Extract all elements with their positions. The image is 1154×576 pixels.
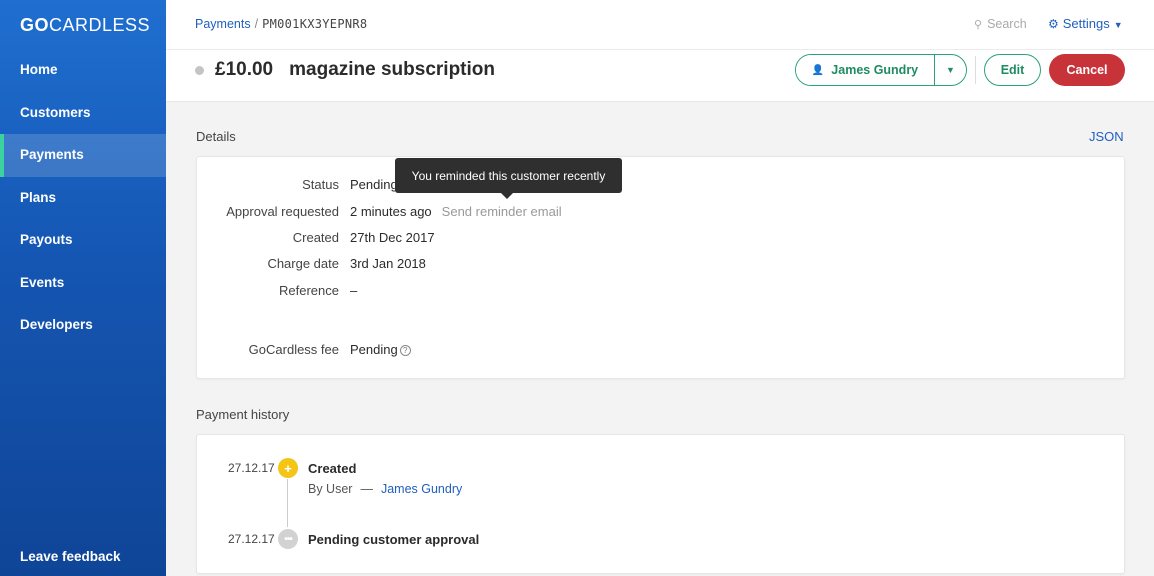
chevron-down-icon: ▼ — [1113, 20, 1123, 30]
timeline-connector — [287, 479, 288, 527]
detail-row-status: Status Pending — [197, 177, 1124, 195]
detail-label: GoCardless fee — [248, 342, 339, 357]
help-icon[interactable]: ? — [399, 345, 411, 356]
detail-label: Reference — [279, 283, 339, 298]
payment-history-card: 27.12.17 + Created By User — James Gundry … — [196, 434, 1125, 574]
customer-button-group: 👤 James Gundry ▼ — [795, 54, 967, 86]
cancel-button[interactable]: Cancel — [1049, 54, 1125, 86]
detail-label: Status — [302, 177, 339, 192]
history-title: Pending customer approval — [308, 532, 480, 547]
breadcrumb-payment-id: PM001KX3YEPNR8 — [262, 17, 368, 31]
payment-description: magazine subscription — [289, 59, 495, 80]
history-date: 27.12.17 — [228, 532, 275, 546]
plus-icon: + — [278, 458, 298, 478]
breadcrumb: Payments / PM001KX3YEPNR8 — [195, 17, 367, 31]
header-top-bar: Payments / PM001KX3YEPNR8 ⚲ Search ⚙ Setting… — [166, 0, 1154, 50]
settings-label: Settings — [1062, 16, 1110, 31]
detail-label: Created — [292, 230, 339, 245]
sidebar-item-developers[interactable]: Developers — [0, 304, 166, 347]
gocardless-logo[interactable]: GOCARDLESS — [20, 15, 150, 36]
detail-value: Pending — [350, 177, 398, 192]
sidebar-item-plans[interactable]: Plans — [0, 177, 166, 220]
history-date: 27.12.17 — [228, 461, 275, 475]
search-icon: ⚲ — [974, 19, 983, 31]
customer-button-label: James Gundry — [831, 63, 919, 77]
history-section-label: Payment history — [196, 407, 290, 422]
page-title: £10.00 magazine subscription — [195, 58, 495, 82]
breadcrumb-payments-link[interactable]: Payments — [195, 17, 251, 31]
settings-menu[interactable]: ⚙ Settings ▼ — [1048, 16, 1123, 31]
detail-label: Charge date — [267, 256, 339, 271]
detail-label: Approval requested — [226, 204, 339, 219]
edit-button[interactable]: Edit — [984, 54, 1041, 86]
detail-row-reference: Reference – — [197, 283, 1124, 301]
sidebar-nav: Home Customers Payments Plans Payouts Ev… — [0, 49, 166, 347]
caret-down-icon: ▼ — [946, 65, 955, 75]
detail-row-fee: GoCardless fee Pending? — [197, 342, 1124, 360]
history-customer-link[interactable]: James Gundry — [381, 482, 462, 496]
logo-bold: GO — [20, 15, 50, 35]
approval-time: 2 minutes ago — [350, 204, 432, 219]
detail-value: – — [350, 283, 358, 298]
detail-value: 27th Dec 2017 — [350, 230, 435, 245]
sidebar-item-payments[interactable]: Payments — [0, 134, 166, 177]
detail-value: Pending? — [350, 342, 411, 357]
gear-icon: ⚙ — [1048, 17, 1059, 31]
detail-row-approval: Approval requested 2 minutes ago Send rem… — [197, 204, 1124, 222]
search-placeholder: Search — [987, 17, 1027, 31]
page-header: Payments / PM001KX3YEPNR8 ⚲ Search ⚙ Setting… — [166, 0, 1154, 102]
breadcrumb-separator: / — [254, 17, 259, 31]
detail-value: 2 minutes ago Send reminder email — [350, 204, 562, 219]
search-input[interactable]: ⚲ Search — [974, 17, 1027, 31]
sidebar-item-payouts[interactable]: Payouts — [0, 219, 166, 262]
history-by-label: By User — [308, 482, 353, 496]
sidebar-item-customers[interactable]: Customers — [0, 92, 166, 135]
reminder-tooltip: You reminded this customer recently — [395, 158, 622, 199]
sidebar-item-events[interactable]: Events — [0, 262, 166, 305]
leave-feedback-link[interactable]: Leave feedback — [20, 549, 121, 564]
ellipsis-icon: ••• — [278, 529, 298, 549]
json-link[interactable]: JSON — [1089, 129, 1124, 144]
detail-row-charge-date: Charge date 3rd Jan 2018 — [197, 256, 1124, 274]
logo-rest: CARDLESS — [49, 15, 151, 35]
history-subtitle: By User — James Gundry — [308, 482, 462, 496]
send-reminder-link[interactable]: Send reminder email — [442, 204, 562, 219]
sidebar: GOCARDLESS Home Customers Payments Plans… — [0, 0, 166, 576]
customer-button[interactable]: 👤 James Gundry — [796, 55, 934, 85]
user-icon: 👤 — [811, 64, 825, 76]
payment-amount: £10.00 — [215, 59, 274, 80]
sidebar-item-home[interactable]: Home — [0, 49, 166, 92]
history-dash: — — [360, 482, 373, 496]
status-dot-icon — [195, 65, 204, 75]
details-section-label: Details — [196, 129, 236, 144]
detail-value: 3rd Jan 2018 — [350, 256, 426, 271]
details-card: Status Pending Approval requested 2 minu… — [196, 156, 1125, 379]
fee-value: Pending — [350, 342, 398, 357]
header-divider — [975, 56, 976, 84]
customer-dropdown-button[interactable]: ▼ — [934, 55, 966, 85]
history-title: Created — [308, 461, 357, 476]
detail-row-created: Created 27th Dec 2017 — [197, 230, 1124, 248]
